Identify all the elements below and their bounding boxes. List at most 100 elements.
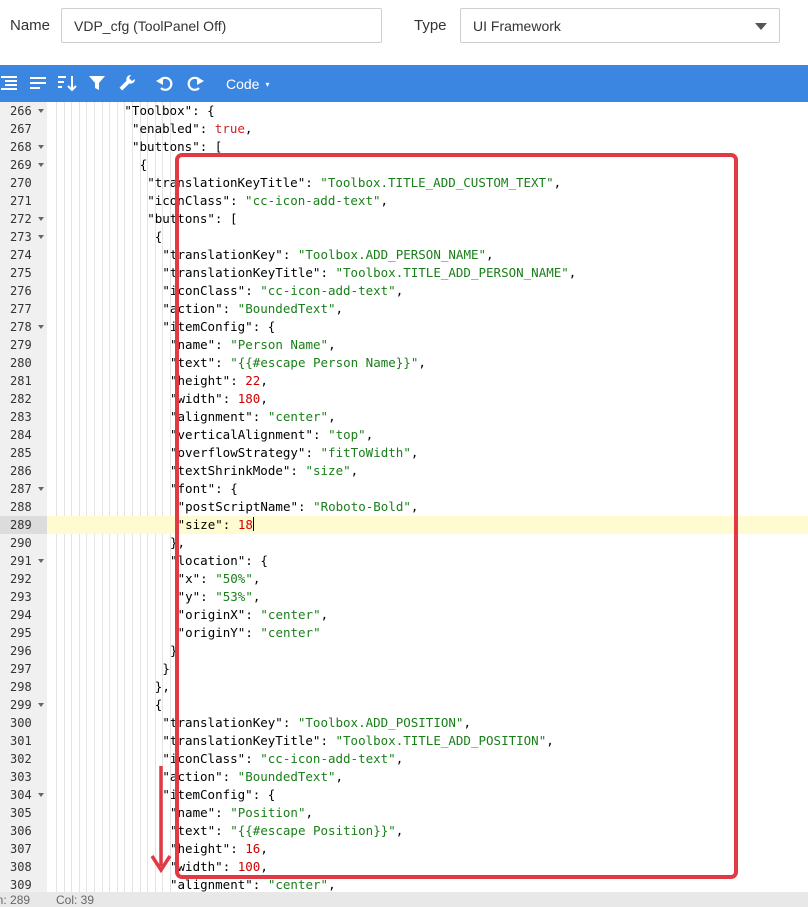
code-line[interactable]: 303 "action": "BoundedText",	[0, 768, 808, 786]
code-token: ,	[410, 499, 419, 514]
code-line[interactable]: 271 "iconClass": "cc-icon-add-text",	[0, 192, 808, 210]
line-number: 283	[10, 410, 32, 424]
code-line[interactable]: 295 "originY": "center"	[0, 624, 808, 642]
fold-toggle-icon[interactable]	[38, 703, 44, 707]
code-token: "center"	[267, 409, 329, 424]
code-line[interactable]: 268 "buttons": [	[0, 138, 808, 156]
code-line[interactable]: 291 "location": {	[0, 552, 808, 570]
code-line[interactable]: 269{	[0, 156, 808, 174]
wrench-icon[interactable]	[116, 72, 138, 94]
code-line[interactable]: 301 "translationKeyTitle": "Toolbox.TITLE…	[0, 732, 808, 750]
code-line[interactable]: 292 "x": "50%",	[0, 570, 808, 588]
code-text: "name": "Position",	[170, 804, 313, 822]
format-icon[interactable]	[0, 72, 20, 94]
code-line[interactable]: 276 "iconClass": "cc-icon-add-text",	[0, 282, 808, 300]
type-select[interactable]: UI Framework	[460, 8, 780, 43]
code-token: :	[200, 571, 216, 586]
code-token: ,	[260, 391, 268, 406]
redo-icon[interactable]	[185, 72, 205, 94]
code-line[interactable]: 281 "height": 22,	[0, 372, 808, 390]
code-line[interactable]: 285 "overflowStrategy": "fitToWidth",	[0, 444, 808, 462]
code-text: "enabled": true,	[132, 120, 252, 138]
code-line[interactable]: 290},	[0, 534, 808, 552]
code-line[interactable]: 288 "postScriptName": "Roboto-Bold",	[0, 498, 808, 516]
line-number: 300	[10, 716, 32, 730]
code-line[interactable]: 274 "translationKey": "Toolbox.ADD_PERSON…	[0, 246, 808, 264]
code-text: "iconClass": "cc-icon-add-text",	[147, 192, 388, 210]
code-line[interactable]: 297}	[0, 660, 808, 678]
code-editor[interactable]: 266 "Toolbox": {267 "enabled": true, 268 "bu…	[0, 102, 808, 892]
line-number: 309	[10, 878, 32, 892]
code-token: "Position"	[230, 805, 306, 820]
code-line[interactable]: 304 "itemConfig": {	[0, 786, 808, 804]
code-token: "53%"	[215, 589, 253, 604]
code-line[interactable]: 305 "name": "Position",	[0, 804, 808, 822]
code-mode-menu[interactable]: Code ▾	[226, 74, 269, 94]
code-line[interactable]: 306 "text": "{{#escape Position}}",	[0, 822, 808, 840]
code-line[interactable]: 309 "alignment": "center",	[0, 876, 808, 892]
code-line[interactable]: 270 "translationKeyTitle": "Toolbox.TITLE…	[0, 174, 808, 192]
code-line[interactable]: 307 "height": 16,	[0, 840, 808, 858]
code-token: : [	[199, 139, 223, 154]
code-line[interactable]: 279 "name": "Person Name",	[0, 336, 808, 354]
code-text: {	[140, 156, 148, 174]
code-line[interactable]: 286 "textShrinkMode": "size",	[0, 462, 808, 480]
code-line[interactable]: 266 "Toolbox": {	[0, 102, 808, 120]
fold-toggle-icon[interactable]	[38, 145, 44, 149]
line-number: 275	[10, 266, 32, 280]
line-number: 295	[10, 626, 32, 640]
code-token: }	[170, 643, 178, 658]
code-line[interactable]: 293 "y": "53%",	[0, 588, 808, 606]
code-token: "width"	[170, 859, 223, 874]
code-line[interactable]: 278 "itemConfig": {	[0, 318, 808, 336]
code-text: "width": 180,	[170, 390, 268, 408]
code-line[interactable]: 302 "iconClass": "cc-icon-add-text",	[0, 750, 808, 768]
fold-toggle-icon[interactable]	[38, 235, 44, 239]
line-number: 294	[10, 608, 32, 622]
code-token: "postScriptName"	[177, 499, 299, 514]
code-line[interactable]: 275 "translationKeyTitle": "Toolbox.TITLE…	[0, 264, 808, 282]
line-number: 281	[10, 374, 32, 388]
undo-icon[interactable]	[155, 72, 175, 94]
code-line[interactable]: 282 "width": 180,	[0, 390, 808, 408]
code-line[interactable]: 280 "text": "{{#escape Person Name}}",	[0, 354, 808, 372]
code-token: "{{#escape Position}}"	[230, 823, 396, 838]
fold-toggle-icon[interactable]	[38, 487, 44, 491]
code-line[interactable]: 289 "size": 18	[0, 516, 808, 534]
code-line[interactable]: 277 "action": "BoundedText",	[0, 300, 808, 318]
code-token: {	[154, 229, 163, 244]
line-number: 279	[10, 338, 32, 352]
code-token: "center"	[260, 625, 321, 640]
fold-toggle-icon[interactable]	[38, 163, 44, 167]
fold-toggle-icon[interactable]	[38, 325, 44, 329]
code-token: "font"	[170, 481, 216, 496]
code-line[interactable]: 287 "font": {	[0, 480, 808, 498]
fold-toggle-icon[interactable]	[38, 793, 44, 797]
code-token: "y"	[177, 589, 201, 604]
code-line[interactable]: 284 "verticalAlignment": "top",	[0, 426, 808, 444]
compact-icon[interactable]	[28, 72, 48, 94]
fold-toggle-icon[interactable]	[38, 559, 44, 563]
code-line[interactable]: 267 "enabled": true,	[0, 120, 808, 138]
code-line[interactable]: 298},	[0, 678, 808, 696]
code-line[interactable]: 300 "translationKey": "Toolbox.ADD_POSITI…	[0, 714, 808, 732]
code-line[interactable]: 308 "width": 100,	[0, 858, 808, 876]
code-token: "BoundedText"	[237, 301, 336, 316]
code-line[interactable]: 299{	[0, 696, 808, 714]
code-text: "itemConfig": {	[162, 318, 275, 336]
code-token: "translationKeyTitle"	[147, 175, 306, 190]
fold-toggle-icon[interactable]	[38, 109, 44, 113]
sort-icon[interactable]	[56, 72, 78, 94]
fold-toggle-icon[interactable]	[38, 217, 44, 221]
code-line[interactable]: 283 "alignment": "center",	[0, 408, 808, 426]
code-line[interactable]: 296}	[0, 642, 808, 660]
code-token: "alignment"	[170, 877, 253, 892]
code-token: ,	[328, 877, 336, 892]
code-token: "buttons"	[132, 139, 200, 154]
code-line[interactable]: 294 "originX": "center",	[0, 606, 808, 624]
filter-icon[interactable]	[87, 72, 107, 94]
name-field[interactable]	[61, 8, 382, 43]
code-token: : {	[252, 787, 276, 802]
code-line[interactable]: 272 "buttons": [	[0, 210, 808, 228]
code-line[interactable]: 273{	[0, 228, 808, 246]
